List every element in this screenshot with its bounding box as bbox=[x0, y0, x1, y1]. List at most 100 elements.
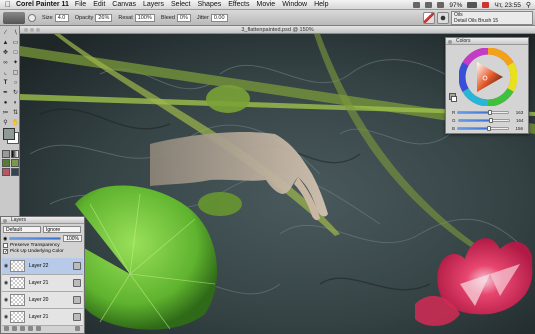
wifi-icon[interactable] bbox=[425, 2, 433, 8]
brush-preview-icon[interactable] bbox=[3, 11, 25, 24]
zoom-window-icon[interactable] bbox=[36, 28, 40, 32]
visibility-eye-icon[interactable]: ◉ bbox=[2, 280, 10, 286]
text-tool-icon[interactable]: T bbox=[1, 78, 10, 87]
preserve-transparency-row[interactable]: Preserve Transparency bbox=[1, 242, 84, 249]
cloner-icon[interactable]: ≔ bbox=[1, 108, 10, 117]
colors-panel-titlebar[interactable]: Colors bbox=[446, 38, 528, 45]
rect-select-icon[interactable]: □ bbox=[11, 48, 20, 57]
layer-adjuster-icon[interactable]: ✥ bbox=[1, 48, 10, 57]
close-icon[interactable] bbox=[3, 218, 7, 223]
delete-layer-icon[interactable] bbox=[75, 326, 80, 331]
menu-movie[interactable]: Movie bbox=[257, 1, 276, 8]
brush-selector[interactable]: Oils Detail Oils Brush 15 bbox=[451, 11, 533, 25]
pick-up-underlying-checkbox[interactable]: ✓ bbox=[3, 249, 8, 255]
shape-tool-icon[interactable]: ○ bbox=[11, 78, 20, 87]
layer-row[interactable]: ◉ Layer 22 bbox=[2, 258, 83, 275]
lasso-icon[interactable]: ∞ bbox=[1, 58, 10, 67]
layer-row[interactable]: ◉ Layer 20 bbox=[2, 292, 83, 309]
layer-list: ◉ Layer 22 ◉ Layer 21 ◉ Layer 20 ◉ Layer 21 bbox=[2, 258, 83, 326]
paint-bucket-icon[interactable]: ▲ bbox=[1, 38, 10, 47]
layer-name[interactable]: Layer 21 bbox=[29, 280, 73, 286]
brush-library-icon[interactable] bbox=[423, 12, 435, 24]
layer-row[interactable]: ◉ Layer 21 bbox=[2, 309, 83, 326]
gradient-selector-icon[interactable] bbox=[11, 150, 19, 158]
app-menu[interactable]: Corel Painter 11 bbox=[16, 1, 69, 8]
bluetooth-icon[interactable] bbox=[413, 2, 421, 8]
layer-name[interactable]: Layer 21 bbox=[29, 314, 73, 320]
menu-shapes[interactable]: Shapes bbox=[197, 1, 221, 8]
apple-menu-icon[interactable]:  bbox=[0, 0, 16, 9]
minimize-window-icon[interactable] bbox=[30, 28, 34, 32]
crop-tool-icon[interactable]: ⌞ bbox=[1, 68, 10, 77]
brush-stroke-icon[interactable] bbox=[437, 12, 449, 24]
burn-icon[interactable]: ◐ bbox=[11, 98, 20, 107]
mask-icon[interactable] bbox=[36, 326, 41, 331]
color-wheel[interactable] bbox=[459, 48, 517, 106]
bleed-field[interactable]: 0% bbox=[176, 13, 191, 22]
dynamic-plugins-icon[interactable] bbox=[12, 326, 17, 331]
visibility-eye-icon[interactable]: ◉ bbox=[2, 314, 10, 320]
resat-field[interactable]: 100% bbox=[134, 13, 155, 22]
menu-effects[interactable]: Effects bbox=[228, 1, 249, 8]
layer-name[interactable]: Layer 22 bbox=[29, 263, 73, 269]
menu-file[interactable]: File bbox=[75, 1, 86, 8]
main-color-swatch[interactable] bbox=[3, 128, 15, 140]
menu-canvas[interactable]: Canvas bbox=[112, 1, 136, 8]
menu-help[interactable]: Help bbox=[314, 1, 328, 8]
mirror-icon[interactable]: ⇅ bbox=[11, 108, 20, 117]
green-value[interactable]: 164 bbox=[512, 118, 524, 123]
layers-panel-titlebar[interactable]: Layers bbox=[1, 217, 84, 224]
red-value[interactable]: 163 bbox=[511, 110, 524, 115]
look-selector-icon[interactable] bbox=[2, 168, 10, 176]
new-layer-icon[interactable] bbox=[28, 326, 33, 331]
visibility-eye-icon[interactable]: ◉ bbox=[2, 263, 10, 269]
red-slider[interactable] bbox=[457, 109, 510, 115]
clone-color-icon[interactable] bbox=[451, 96, 457, 102]
colors-panel: Colors R 163 G 164 B 156 bbox=[445, 37, 529, 134]
magic-wand-icon[interactable]: ✦ bbox=[11, 58, 20, 67]
battery-icon[interactable] bbox=[467, 2, 478, 8]
nozzle-selector-icon[interactable] bbox=[11, 159, 19, 167]
pen-tool-icon[interactable]: ✒ bbox=[1, 88, 10, 97]
close-window-icon[interactable] bbox=[24, 28, 28, 32]
weave-selector-icon[interactable] bbox=[11, 168, 19, 176]
menu-window[interactable]: Window bbox=[282, 1, 307, 8]
layer-row[interactable]: ◉ Layer 21 bbox=[2, 275, 83, 292]
flag-icon[interactable] bbox=[482, 2, 490, 8]
composite-method-select[interactable]: Default bbox=[3, 226, 41, 233]
preserve-transparency-checkbox[interactable] bbox=[3, 243, 8, 248]
volume-icon[interactable] bbox=[437, 2, 445, 8]
menu-select[interactable]: Select bbox=[171, 1, 190, 8]
composite-depth-select[interactable]: Ignore bbox=[43, 226, 81, 233]
menu-edit[interactable]: Edit bbox=[93, 1, 105, 8]
jitter-field[interactable]: 0.00 bbox=[210, 13, 228, 22]
rotate-page-icon[interactable]: ↻ bbox=[11, 88, 20, 97]
layer-commands-icon[interactable] bbox=[4, 326, 9, 331]
layer-opacity-field[interactable]: 100% bbox=[63, 235, 82, 242]
reset-tool-button[interactable] bbox=[28, 13, 36, 22]
paper-selector-icon[interactable] bbox=[2, 150, 10, 158]
eraser-tool-icon[interactable]: ▭ bbox=[11, 38, 20, 47]
blue-slider[interactable] bbox=[457, 125, 510, 131]
size-field[interactable]: 4.0 bbox=[54, 13, 69, 22]
grabber-icon[interactable]: ✋ bbox=[11, 118, 20, 127]
dropper-tool-icon[interactable]: ∖ bbox=[11, 28, 20, 37]
clock[interactable]: Чт, 23:55 bbox=[494, 2, 520, 9]
dodge-icon[interactable]: ● bbox=[1, 98, 10, 107]
opacity-field[interactable]: 26% bbox=[95, 13, 113, 22]
pick-up-underlying-row[interactable]: ✓ Pick Up Underlying Color bbox=[1, 249, 84, 255]
green-slider[interactable] bbox=[457, 117, 510, 123]
battery-percent[interactable]: 97% bbox=[449, 2, 462, 9]
layer-name[interactable]: Layer 20 bbox=[29, 297, 73, 303]
pattern-selector-icon[interactable] bbox=[2, 159, 10, 167]
transform-icon[interactable]: ▢ bbox=[11, 68, 20, 77]
brush-tool-icon[interactable]: ∕ bbox=[1, 28, 10, 37]
menu-layers[interactable]: Layers bbox=[143, 1, 164, 8]
visibility-eye-icon[interactable]: ◉ bbox=[2, 297, 10, 303]
new-group-icon[interactable] bbox=[20, 326, 25, 331]
blue-value[interactable]: 156 bbox=[511, 126, 524, 131]
spotlight-icon[interactable]: ⚲ bbox=[526, 1, 531, 9]
close-icon[interactable] bbox=[448, 39, 452, 44]
layer-opacity-slider[interactable] bbox=[9, 237, 62, 240]
magnifier-icon[interactable]: ⚲ bbox=[1, 118, 10, 127]
